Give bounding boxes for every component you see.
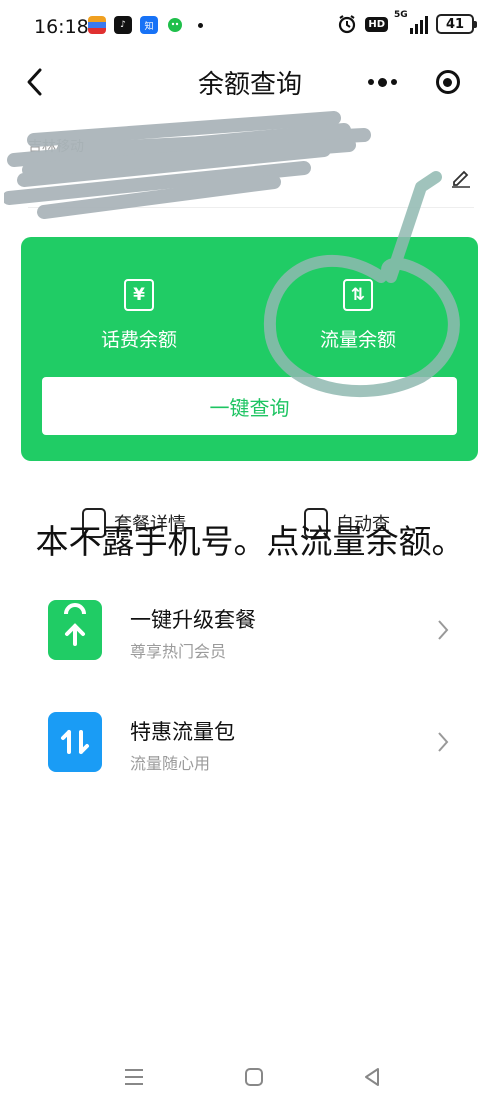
close-button[interactable] <box>415 60 480 104</box>
call-balance-label: 话费余额 <box>100 329 177 351</box>
status-time: 16:18 <box>34 16 89 38</box>
more-button[interactable] <box>350 60 415 104</box>
list-item-upgrade-package[interactable]: 一键升级套餐 尊享热门会员 <box>48 600 468 664</box>
more-notifications-dot <box>198 22 203 28</box>
home-icon[interactable] <box>242 1065 266 1089</box>
list-item-data-package[interactable]: 特惠流量包 流量随心用 <box>48 712 468 776</box>
chevron-right-icon <box>438 732 449 752</box>
shopping-bag-up-icon <box>48 600 102 660</box>
tiktok-icon: ♪ <box>114 16 132 34</box>
wechat-icon <box>166 16 184 34</box>
battery-icon: 41 <box>436 14 477 34</box>
menu-icon[interactable] <box>122 1065 146 1089</box>
doc-app-icon <box>88 16 106 34</box>
yuan-icon: ¥ <box>124 279 154 311</box>
list-item-subtitle: 尊享热门会员 <box>130 642 227 661</box>
back-triangle-icon[interactable] <box>360 1065 384 1089</box>
zhihu-icon: 知 <box>140 16 158 34</box>
hand-drawn-circle-annotation <box>263 171 460 398</box>
status-bar: 16:18 ♪ 知 HD 5G 41 <box>0 0 500 56</box>
target-icon <box>435 70 460 94</box>
status-right: HD 5G 41 <box>337 10 477 34</box>
list-item-title: 特惠流量包 <box>130 720 235 744</box>
nav-bar: 余额查询 <box>0 56 500 108</box>
signal-icon: 5G <box>394 10 428 34</box>
overlay-caption: 本不露手机号。点流量余额。 <box>35 522 465 561</box>
network-type: 5G <box>394 10 408 20</box>
notification-icons: ♪ 知 <box>88 16 203 34</box>
system-nav-bar <box>0 1053 500 1103</box>
mini-program-capsule <box>350 60 480 104</box>
alarm-icon <box>339 15 356 34</box>
hd-badge: HD <box>365 16 388 32</box>
chevron-right-icon <box>438 620 449 640</box>
data-arrows-icon <box>48 712 102 772</box>
list-item-subtitle: 流量随心用 <box>130 754 211 773</box>
list-item-title: 一键升级套餐 <box>130 608 256 632</box>
balance-card: ¥ 话费余额 ⇅ 流量余额 一键查询 <box>21 171 478 461</box>
call-balance-item[interactable]: ¥ 话费余额 <box>69 279 209 352</box>
